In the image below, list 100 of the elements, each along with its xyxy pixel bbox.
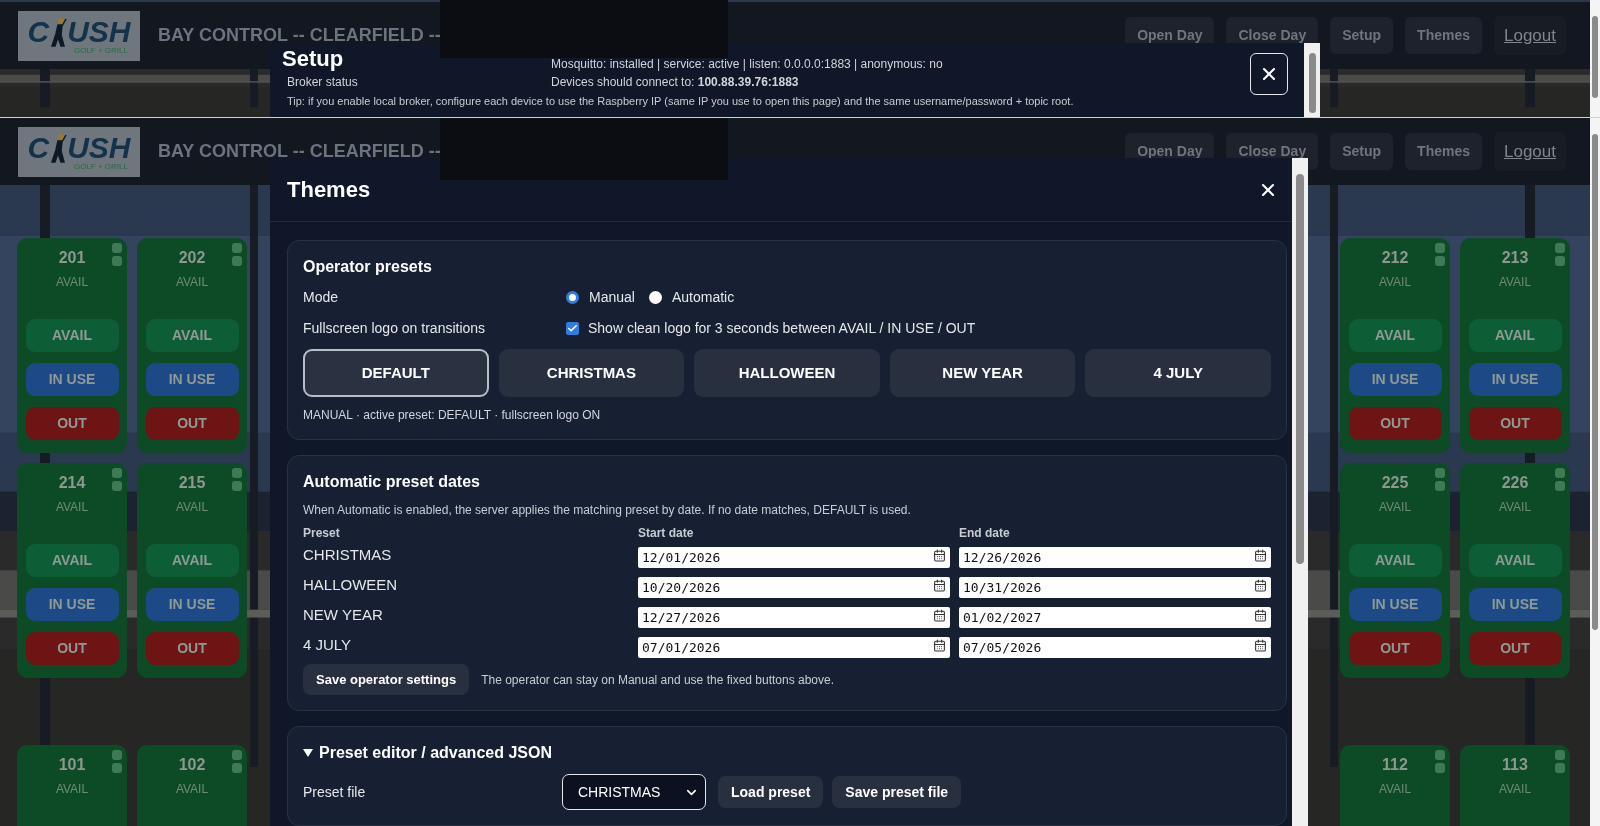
date-field[interactable]: 07/01/2026 [638,636,950,658]
bay-number: 214 [58,473,86,493]
bay-action-button[interactable]: OUT [25,407,119,440]
bay-action-button[interactable]: AVAIL [1348,319,1442,352]
bay-action-button[interactable]: OUT [1468,407,1562,440]
column-header: Preset [303,526,341,540]
preset-button[interactable]: HALLOWEEN [694,349,880,397]
bay-status: AVAIL [1498,274,1532,291]
calendar-icon [933,638,946,652]
calendar-icon [933,608,946,622]
bay-status: AVAIL [55,781,89,798]
bay-action-button[interactable]: IN USE [145,363,239,396]
calendar-icon [933,548,946,562]
preset-button[interactable]: DEFAULT [303,349,489,397]
bay-action-button[interactable]: OUT [145,407,239,440]
date-field[interactable]: 10/31/2026 [959,576,1271,598]
logo-text: C [27,132,50,163]
bay-action-button[interactable]: AVAIL [145,544,239,577]
bay-number: 101 [58,755,86,775]
bay-number: 213 [1501,248,1529,268]
preset-button[interactable]: CHRISTMAS [498,349,685,397]
page-title: BAY CONTROL -- CLEARFIELD -- [158,140,441,163]
preset-button[interactable]: NEW YEAR [889,349,1076,397]
bay-action-button[interactable]: AVAIL [1468,319,1562,352]
calendar-icon [1254,578,1267,592]
field-label: Mode [303,288,340,307]
bay-status: AVAIL [175,781,209,798]
date-field[interactable]: 12/01/2026 [638,546,950,568]
bay-number: 102 [178,755,206,775]
section-title: Automatic preset dates [303,472,481,492]
mode-radio[interactable]: Manual [566,287,635,308]
logo-text: USH [67,132,131,163]
bay-action-button[interactable]: OUT [145,632,239,665]
calendar-icon [1254,548,1267,562]
date-field[interactable]: 07/05/2026 [959,636,1271,658]
bay-number: 226 [1501,473,1529,493]
preset-name: HALLOWEEN [303,574,399,595]
header-button[interactable]: Setup [1330,133,1394,170]
bay-action-button[interactable]: IN USE [25,588,119,621]
bay-action-button[interactable]: IN USE [1468,363,1562,396]
logout-link[interactable]: Logout [1494,131,1566,172]
bay-action-button[interactable]: AVAIL [1348,544,1442,577]
bay-status: AVAIL [55,499,89,516]
bay-status: AVAIL [175,274,209,291]
bay-number: 215 [178,473,206,493]
preset-button[interactable]: 4 JULY [1085,349,1271,397]
logo-checkbox[interactable]: Show clean logo for 3 seconds between AVAIL / IN USE / OUT [566,318,976,339]
header-button[interactable]: Themes [1405,133,1482,170]
bay-status: AVAIL [1378,781,1412,798]
date-field[interactable]: 12/26/2026 [959,546,1271,568]
bay-action-button[interactable]: OUT [25,632,119,665]
bay-status: AVAIL [1378,274,1412,291]
column-header: End date [959,526,1011,540]
calendar-icon [933,578,946,592]
bay-action-button[interactable]: IN USE [145,588,239,621]
check-icon [567,323,578,334]
bay-action-button[interactable]: OUT [1348,632,1442,665]
field-label: Preset file [303,782,367,802]
date-field[interactable]: 12/27/2026 [638,606,950,628]
bay-action-button[interactable]: IN USE [1468,588,1562,621]
preset-name: 4 JULY [303,634,353,655]
bay-number: 225 [1381,473,1409,493]
bay-status: AVAIL [1498,781,1532,798]
bay-action-button[interactable]: OUT [1348,407,1442,440]
bay-number: 202 [178,248,206,268]
bay-action-button[interactable]: AVAIL [145,319,239,352]
bay-status: AVAIL [175,499,209,516]
field-label: Fullscreen logo on transitions [303,319,487,338]
bay-action-button[interactable]: OUT [1468,632,1562,665]
bay-action-button[interactable]: AVAIL [25,319,119,352]
column-header: Start date [638,526,695,540]
bay-number: 212 [1381,248,1409,268]
bay-action-button[interactable]: IN USE [25,363,119,396]
date-field[interactable]: 01/02/2027 [959,606,1271,628]
preset-select[interactable]: CHRISTMAS [562,774,706,810]
logo-tagline: GOLF + GRILL [73,162,128,171]
calendar-icon [1254,608,1267,622]
section-title: Operator presets [303,257,433,277]
calendar-icon [1254,638,1267,652]
helper-text: The operator can stay on Manual and use the fixed buttons above. [481,671,835,689]
bay-status: AVAIL [1498,499,1532,516]
bay-action-button[interactable]: IN USE [1348,588,1442,621]
bay-action-button[interactable]: AVAIL [25,544,119,577]
date-field[interactable]: 10/20/2026 [638,576,950,598]
mode-radio[interactable]: Automatic [648,287,735,308]
section-description: When Automatic is enabled, the server applies the matching preset by date. If no date matches, DEFAULT is used. [303,502,912,519]
preset-status: MANUAL · active preset: DEFAULT · fullscreen logo ON [303,407,602,424]
bay-status: AVAIL [1378,499,1412,516]
save-settings-button[interactable]: Save operator settings [303,664,470,695]
bay-action-button[interactable]: AVAIL [1468,544,1562,577]
section-title: Preset editor / advanced JSON [319,743,552,763]
bay-number: 112 [1382,755,1408,775]
bay-action-button[interactable]: IN USE [1348,363,1442,396]
bay-status: AVAIL [55,274,89,291]
preset-file-button[interactable]: Load preset [718,776,824,808]
preset-file-button[interactable]: Save preset file [832,776,962,808]
modal-title: Themes [287,176,371,204]
preset-name: NEW YEAR [303,604,384,625]
golfer-icon [49,132,68,163]
bay-number: 113 [1502,755,1528,775]
